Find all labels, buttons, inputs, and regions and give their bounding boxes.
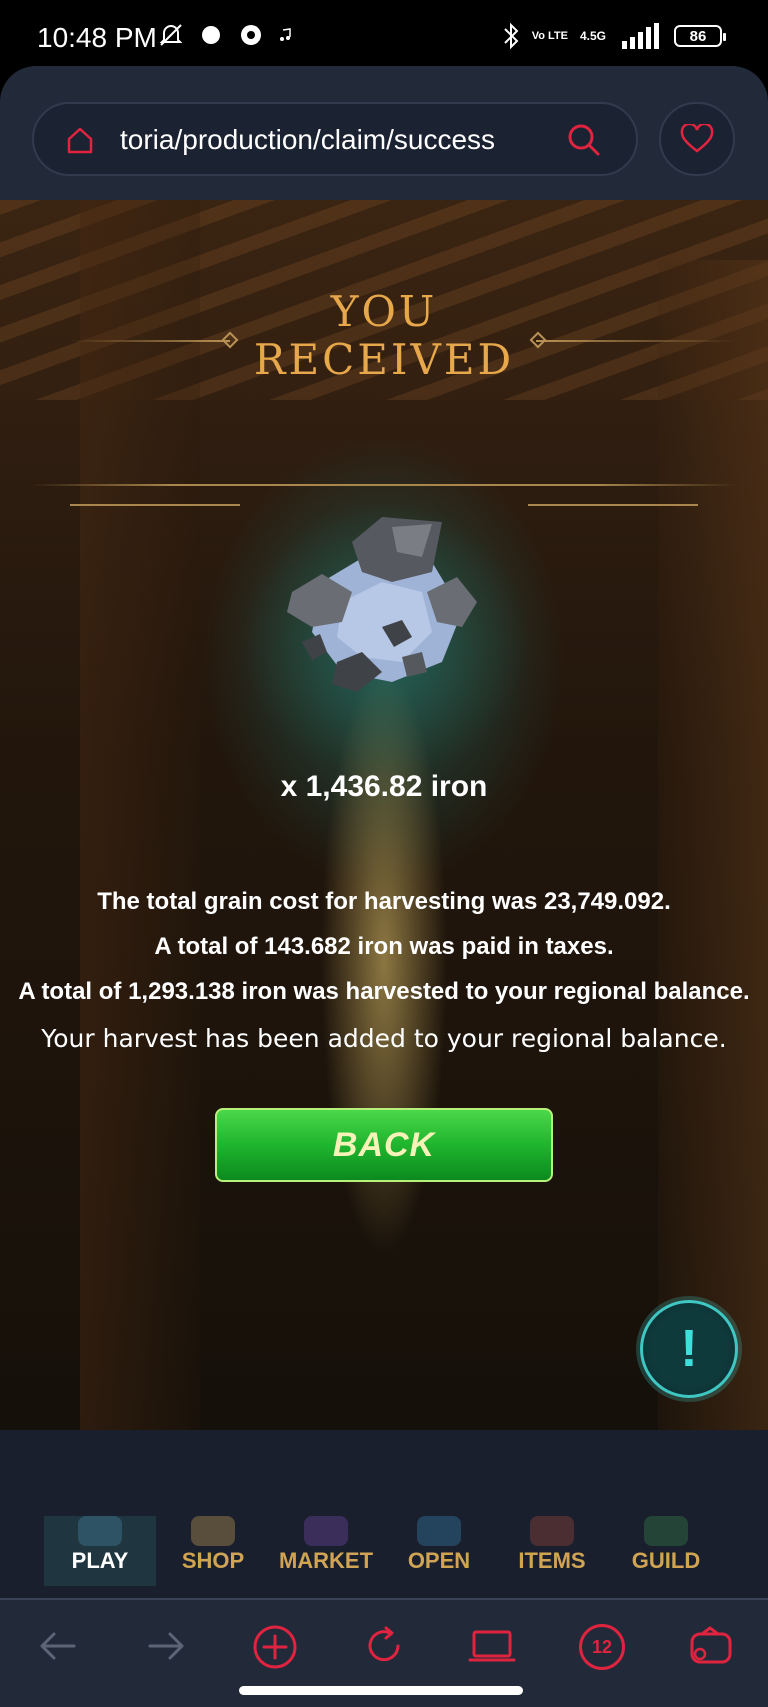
alert-button[interactable]: ! xyxy=(640,1300,738,1398)
portal-icon xyxy=(417,1516,461,1546)
wallet-icon[interactable] xyxy=(688,1624,734,1668)
exclamation-icon: ! xyxy=(680,1320,698,1378)
nav-market[interactable]: MARKET xyxy=(270,1516,382,1586)
nav-items[interactable]: ITEMS xyxy=(496,1516,608,1586)
url-text[interactable]: toria/production/claim/success xyxy=(120,124,495,156)
nav-label: PLAY xyxy=(71,1548,129,1573)
network-type: 4.5G xyxy=(579,29,606,43)
nav-play[interactable]: PLAY xyxy=(44,1516,156,1586)
heart-icon xyxy=(680,124,714,153)
frame-notch xyxy=(528,486,698,506)
info-grain-cost: The total grain cost for harvesting was … xyxy=(97,888,671,915)
bell-muted-icon xyxy=(159,24,183,46)
home-icon[interactable] xyxy=(64,124,96,156)
info-taxes: A total of 143.682 iron was paid in taxe… xyxy=(154,933,614,960)
info-balance-added: Your harvest has been added to your regi… xyxy=(41,1024,727,1053)
tabs-count: 12 xyxy=(591,1636,613,1657)
shop-icon xyxy=(191,1516,235,1546)
game-view: YOU RECEIVED x 1,436.82 iron The total g… xyxy=(0,200,768,1430)
info-harvested: A total of 1,293.138 iron was harvested … xyxy=(18,978,750,1005)
nav-guild[interactable]: GUILD xyxy=(610,1516,722,1586)
fist-icon xyxy=(78,1516,122,1546)
desktop-mode-icon[interactable] xyxy=(468,1624,516,1668)
favorite-button[interactable] xyxy=(659,102,735,176)
volte-label: Vo LTE xyxy=(531,29,568,42)
nav-label: MARKET xyxy=(278,1548,374,1573)
frame-notch xyxy=(70,486,240,506)
volte-indicator: Vo LTE xyxy=(531,29,568,42)
items-icon xyxy=(530,1516,574,1546)
nav-label: SHOP xyxy=(181,1548,245,1573)
title-line-2: RECEIVED xyxy=(253,335,515,384)
back-button[interactable]: BACK xyxy=(215,1108,553,1182)
page-title: YOU RECEIVED xyxy=(0,288,768,384)
background-pillar xyxy=(658,260,768,1430)
nav-label: OPEN xyxy=(407,1548,471,1573)
new-tab-icon[interactable] xyxy=(252,1624,298,1670)
nav-label: ITEMS xyxy=(518,1548,586,1573)
guild-icon xyxy=(644,1516,688,1546)
reward-amount: x 1,436.82 iron xyxy=(280,770,488,803)
system-icons: Vo LTE 4.5G 86 xyxy=(502,22,726,50)
title-divider xyxy=(536,340,736,342)
chrome-notification-icon xyxy=(241,25,261,45)
battery-level: 86 xyxy=(689,27,707,45)
title-line-1: YOU xyxy=(330,287,438,336)
home-indicator[interactable] xyxy=(239,1686,523,1695)
forward-arrow-icon[interactable] xyxy=(144,1624,188,1668)
status-time: 10:48 PM xyxy=(37,22,157,53)
nav-shop[interactable]: SHOP xyxy=(157,1516,269,1586)
signal-icon xyxy=(622,23,659,49)
browser-toolbar: toria/production/claim/success xyxy=(0,66,768,200)
iron-ore-icon xyxy=(287,517,477,692)
music-note-icon xyxy=(280,28,291,41)
nav-open[interactable]: OPEN xyxy=(383,1516,495,1586)
bluetooth-icon xyxy=(504,22,519,50)
search-icon[interactable] xyxy=(566,122,602,158)
battery-indicator: 86 xyxy=(674,25,726,47)
notification-icons xyxy=(158,22,292,48)
reload-icon[interactable] xyxy=(362,1624,406,1668)
background-pillar xyxy=(80,200,200,1430)
back-arrow-icon[interactable] xyxy=(36,1624,80,1668)
address-bar[interactable]: toria/production/claim/success xyxy=(32,102,638,176)
nav-label: GUILD xyxy=(631,1548,701,1573)
app-notification-icon xyxy=(202,26,220,44)
tabs-button[interactable]: 12 xyxy=(579,1624,625,1670)
game-navigation: PLAY SHOP MARKET OPEN ITEMS GUILD xyxy=(0,1430,768,1598)
market-icon xyxy=(304,1516,348,1546)
